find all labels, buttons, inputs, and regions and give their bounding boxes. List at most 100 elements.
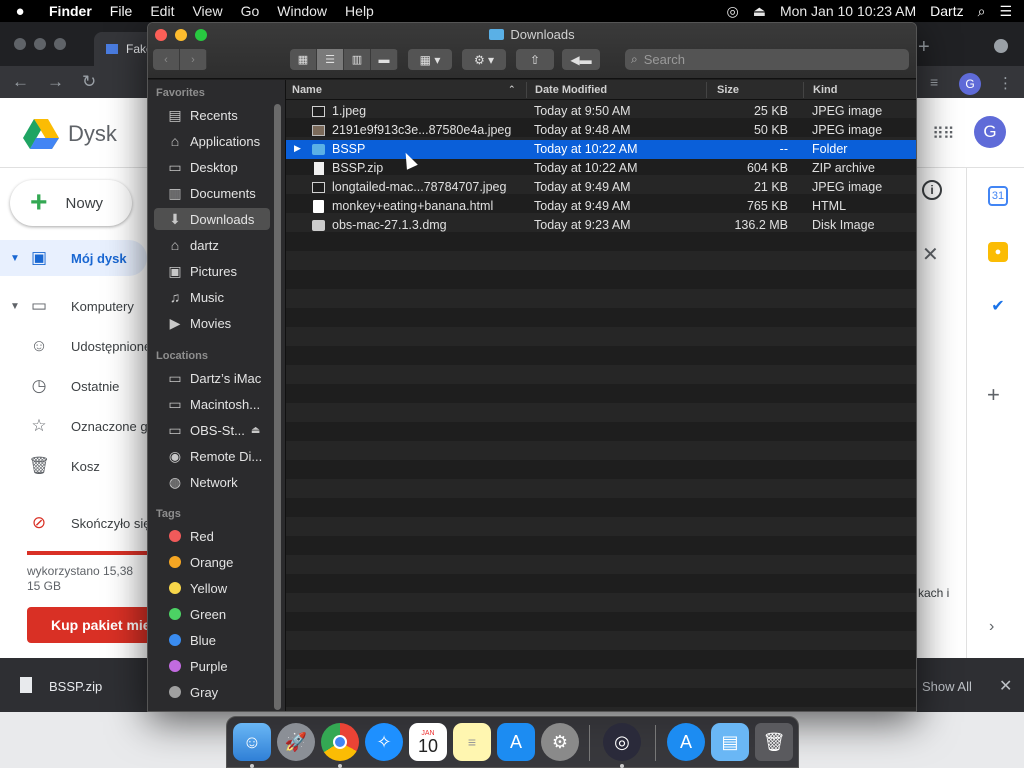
file-row[interactable]: longtailed-mac...78784707.jpeg Today at 9…	[286, 178, 916, 197]
obs-dock-icon[interactable]: ◎	[603, 723, 641, 761]
sidebar-location-1[interactable]: ▭ Macintosh...	[148, 393, 270, 415]
search-field[interactable]: ⌕ Search	[625, 49, 909, 70]
download-item[interactable]: BSSP.zip	[49, 679, 102, 694]
menu-help[interactable]: Help	[336, 3, 383, 19]
control-center-icon[interactable]: ☰	[999, 3, 1012, 20]
menu-edit[interactable]: Edit	[141, 3, 183, 19]
back-icon[interactable]: ←	[12, 72, 29, 92]
column-divider[interactable]	[803, 82, 804, 98]
column-name[interactable]: Name	[292, 84, 322, 96]
sidebar-item-desktop[interactable]: ▭ Desktop	[148, 156, 270, 178]
group-by-button[interactable]: ▦ ▾	[408, 49, 452, 70]
column-divider[interactable]	[526, 82, 527, 98]
safari-dock-icon[interactable]: ✧	[365, 723, 403, 761]
sidebar-item-pictures[interactable]: ▣ Pictures	[148, 260, 270, 282]
file-row[interactable]: 2191e9f913c3e...87580e4a.jpeg Today at 9:…	[286, 121, 916, 140]
menubar-user[interactable]: Dartz	[930, 3, 963, 19]
action-gear-button[interactable]: ⚙ ▾	[462, 49, 506, 70]
nav-starred[interactable]: ☆ Oznaczone g	[0, 408, 147, 444]
sidebar-tag-blue[interactable]: Blue	[148, 629, 270, 651]
menu-window[interactable]: Window	[268, 3, 336, 19]
buy-storage-button[interactable]: Kup pakiet mie	[27, 607, 157, 643]
sidebar-tag-red[interactable]: Red	[148, 525, 270, 547]
sidebar-tag-orange[interactable]: Orange	[148, 551, 270, 573]
back-icon[interactable]: ‹	[153, 49, 180, 70]
nav-recent[interactable]: ◷ Ostatnie	[0, 368, 147, 404]
apple-menu-icon[interactable]: ●	[0, 3, 40, 20]
new-tab-icon[interactable]: +	[918, 36, 930, 59]
eject-icon[interactable]: ⏏	[251, 425, 260, 436]
disclosure-triangle-icon[interactable]: ▶	[294, 143, 301, 154]
show-all-button[interactable]: Show All	[922, 679, 972, 694]
apps-grid-icon[interactable]: ⠿⠿	[932, 124, 954, 144]
sidebar-item-applications[interactable]: ⌂ Applications	[148, 130, 270, 152]
downloads-folder-dock-icon[interactable]: ▤	[711, 723, 749, 761]
column-date-modified[interactable]: Date Modified	[535, 84, 607, 96]
reload-icon[interactable]: ↻	[82, 72, 96, 92]
menubar-clock[interactable]: Mon Jan 10 10:23 AM	[780, 3, 916, 19]
expand-panel-icon[interactable]: ›	[989, 618, 994, 636]
system-preferences-dock-icon[interactable]: ⚙	[541, 723, 579, 761]
file-row[interactable]: BSSP.zip Today at 10:22 AM 604 KB ZIP archi…	[286, 159, 916, 178]
sort-ascending-icon[interactable]: ⌃	[508, 84, 516, 95]
forward-icon[interactable]: ›	[180, 49, 207, 70]
tasks-app-icon[interactable]: ✔	[988, 296, 1008, 316]
sidebar-item-documents[interactable]: ▥ Documents	[148, 182, 270, 204]
sidebar-location-4[interactable]: ◍ Network	[148, 471, 270, 493]
nav-shared[interactable]: ☺ Udostępnione	[0, 328, 151, 364]
chrome-menu-icon[interactable]: ⋮	[998, 74, 1013, 92]
app-store-dock-icon[interactable]: A	[497, 723, 535, 761]
sidebar-scrollbar[interactable]	[274, 104, 281, 710]
menu-file[interactable]: File	[101, 3, 142, 19]
sidebar-tag-gray[interactable]: Gray	[148, 681, 270, 703]
chrome-close-icon[interactable]	[14, 38, 26, 50]
launchpad-dock-icon[interactable]: 🚀	[277, 723, 315, 761]
nav-trash[interactable]: 🗑 Kosz	[0, 448, 147, 484]
column-divider[interactable]	[706, 82, 707, 98]
forward-icon[interactable]: →	[47, 72, 64, 92]
chrome-zoom-icon[interactable]	[54, 38, 66, 50]
gallery-view-icon[interactable]: ▬	[371, 49, 398, 70]
calendar-dock-icon[interactable]: JAN 10	[409, 723, 447, 761]
file-row[interactable]: obs-mac-27.1.3.dmg Today at 9:23 AM 136.2 …	[286, 216, 916, 235]
sidebar-tag-green[interactable]: Green	[148, 603, 270, 625]
sidebar-location-2[interactable]: ▭ OBS-St... ⏏	[148, 419, 270, 441]
file-row[interactable]: 1.jpeg Today at 9:50 AM 25 KB JPEG image	[286, 102, 916, 121]
menu-go[interactable]: Go	[232, 3, 269, 19]
column-kind[interactable]: Kind	[813, 84, 837, 96]
notes-dock-icon[interactable]: ≡	[453, 723, 491, 761]
menu-app-finder[interactable]: Finder	[40, 3, 101, 19]
profile-avatar[interactable]: G	[974, 116, 1006, 148]
profile-avatar-small[interactable]: G	[959, 73, 981, 95]
expand-caret-icon[interactable]: ▼	[10, 253, 20, 264]
sidebar-location-0[interactable]: ▭ Dartz’s iMac	[148, 367, 270, 389]
sidebar-location-3[interactable]: ◉ Remote Di...	[148, 445, 270, 467]
sidebar-item-downloads[interactable]: ⬇ Downloads	[154, 208, 270, 230]
applications-folder-dock-icon[interactable]: A	[667, 723, 705, 761]
sidebar-tag-yellow[interactable]: Yellow	[148, 577, 270, 599]
close-shelf-icon[interactable]: ✕	[999, 676, 1012, 696]
share-icon[interactable]: ⇧	[516, 49, 554, 70]
sidebar-item-movies[interactable]: ▶ Movies	[148, 312, 270, 334]
chrome-dock-icon[interactable]	[321, 723, 359, 761]
file-row[interactable]: monkey+eating+banana.html Today at 9:49 A…	[286, 197, 916, 216]
sidebar-tag-purple[interactable]: Purple	[148, 655, 270, 677]
menu-view[interactable]: View	[183, 3, 231, 19]
column-view-icon[interactable]: ▥	[344, 49, 371, 70]
drive-logo-icon[interactable]	[22, 118, 60, 150]
nav-my-drive[interactable]: ▼ ▣ Mój dysk	[0, 240, 147, 276]
expand-caret-icon[interactable]: ▼	[10, 301, 20, 312]
nav-computers[interactable]: ▼ ▭ Komputery	[0, 288, 147, 324]
tab-search-icon[interactable]	[994, 39, 1008, 53]
add-addon-icon[interactable]: +	[987, 382, 1000, 408]
trash-dock-icon[interactable]: 🗑	[755, 723, 793, 761]
chrome-minimize-icon[interactable]	[34, 38, 46, 50]
calendar-app-icon[interactable]: 31	[988, 186, 1008, 206]
keep-app-icon[interactable]: ●	[988, 242, 1008, 262]
sidebar-item-dartz[interactable]: ⌂ dartz	[148, 234, 270, 256]
finder-dock-icon[interactable]: ☺	[233, 723, 271, 761]
close-panel-icon[interactable]: ✕	[922, 242, 939, 267]
icon-view-icon[interactable]: ▦	[290, 49, 317, 70]
file-row[interactable]: ▶ BSSP Today at 10:22 AM -- Folder	[286, 140, 916, 159]
edit-tags-icon[interactable]: ◀▬	[562, 49, 600, 70]
